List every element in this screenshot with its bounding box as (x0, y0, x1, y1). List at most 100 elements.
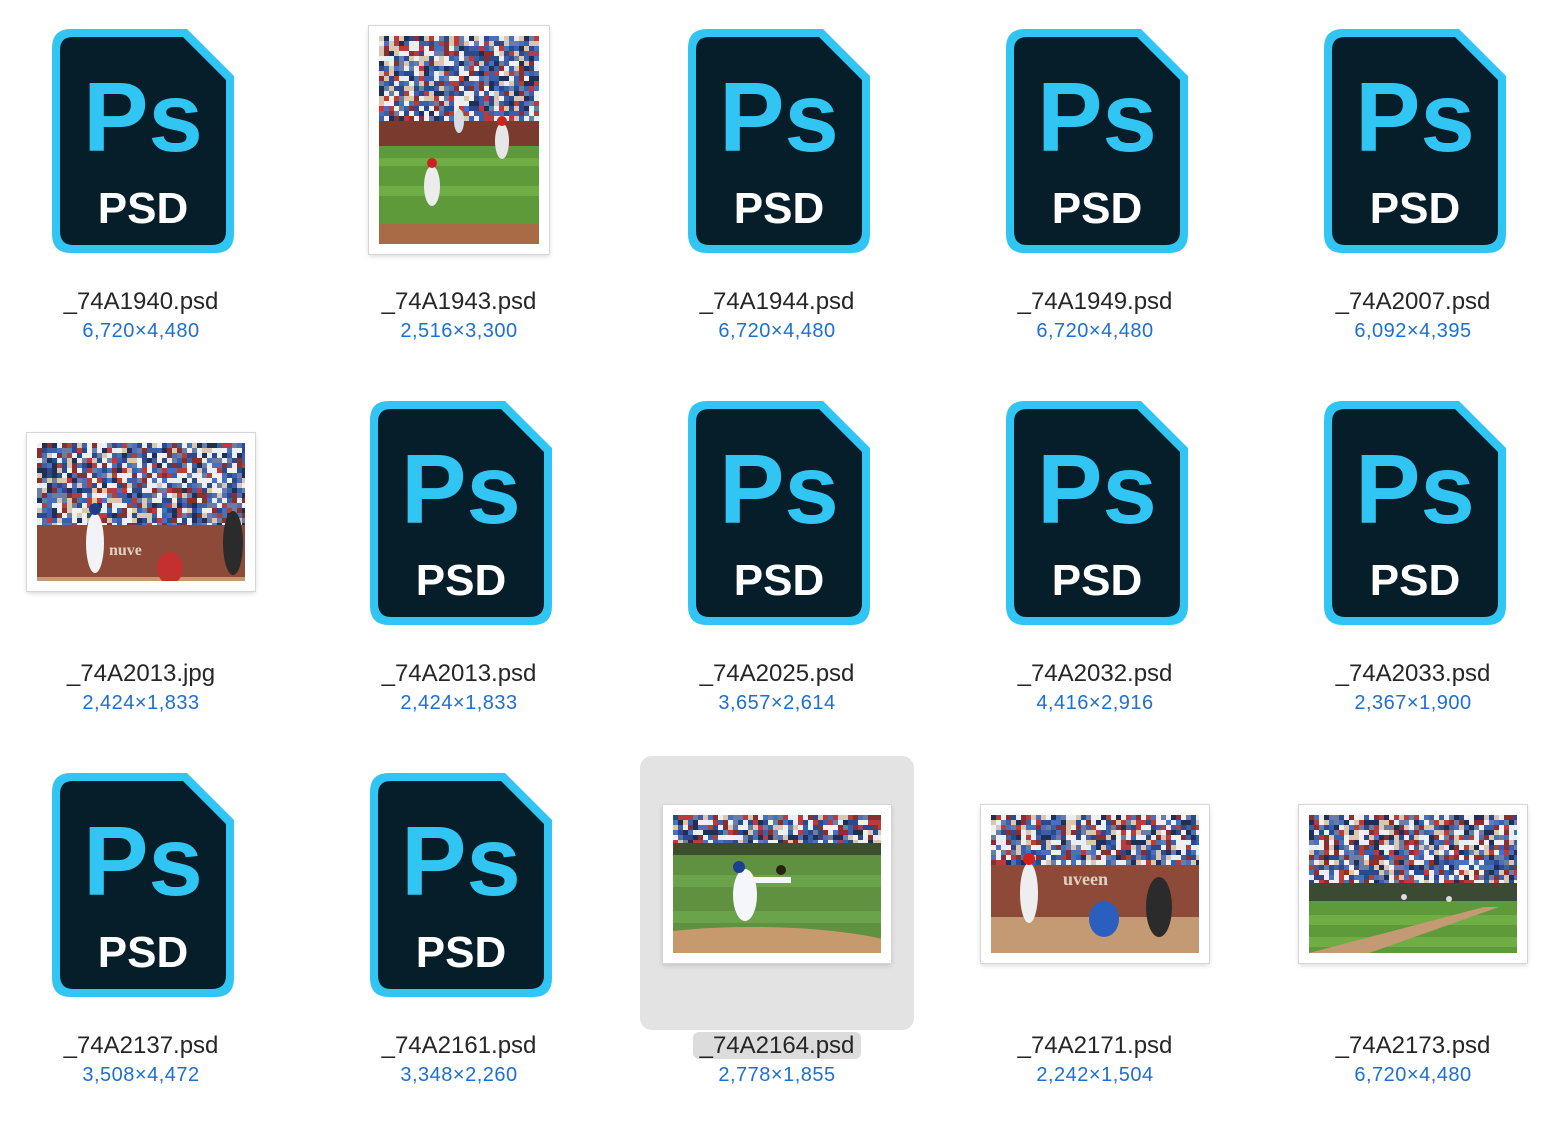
file-name[interactable]: _74A1949.psd (956, 286, 1234, 318)
svg-text:nuve: nuve (109, 542, 142, 559)
file-item[interactable]: Ps PSD _74A2137.psd 3,508×4,472 (2, 756, 320, 1128)
ps-icon-label: Ps (719, 62, 839, 172)
file-name[interactable]: _74A1944.psd (638, 286, 916, 318)
image-dimensions: 2,778×1,855 (718, 1064, 836, 1086)
photo-preview-image: nuve (37, 443, 245, 581)
ps-icon-label: Ps (719, 434, 839, 544)
psd-icon-label: PSD (98, 184, 188, 233)
file-name[interactable]: _74A2171.psd (956, 1030, 1234, 1062)
file-name[interactable]: _74A2161.psd (320, 1030, 598, 1062)
file-thumbnail[interactable]: Ps PSD (638, 12, 916, 286)
file-thumbnail[interactable]: Ps PSD (956, 384, 1234, 658)
file-name-label: _74A1940.psd (63, 288, 219, 315)
file-name[interactable]: _74A2164.psd (638, 1030, 916, 1062)
file-name-label: _74A1944.psd (699, 288, 855, 315)
file-item[interactable]: Ps PSD _74A2007.psd 6,092×4,395 (1274, 12, 1544, 384)
image-dimensions: 2,424×1,833 (82, 692, 200, 714)
file-name[interactable]: _74A2007.psd (1274, 286, 1544, 318)
file-item[interactable]: _74A1943.psd 2,516×3,300 (320, 12, 638, 384)
file-item[interactable]: Ps PSD _74A1949.psd 6,720×4,480 (956, 12, 1274, 384)
file-item[interactable]: _74A2164.psd 2,778×1,855 (638, 756, 956, 1128)
image-dimensions: 2,516×3,300 (400, 320, 518, 342)
photo-preview-image (1309, 815, 1517, 953)
file-name[interactable]: _74A1943.psd (320, 286, 598, 318)
file-item[interactable]: nuve _74A2013.jpg 2,424×1,833 (2, 384, 320, 756)
file-name[interactable]: _74A2013.psd (320, 658, 598, 690)
image-dimensions: 2,424×1,833 (400, 692, 518, 714)
psd-icon-label: PSD (98, 928, 188, 977)
file-name[interactable]: _74A2137.psd (2, 1030, 280, 1062)
file-thumbnail[interactable]: Ps PSD (2, 12, 280, 286)
image-dimensions: 3,657×2,614 (718, 692, 836, 714)
file-name-label: _74A2032.psd (1017, 660, 1173, 687)
file-name-label: _74A2137.psd (63, 1032, 219, 1059)
psd-icon-label: PSD (416, 928, 506, 977)
ps-icon-label: Ps (1355, 434, 1475, 544)
file-item[interactable]: Ps PSD _74A1940.psd 6,720×4,480 (2, 12, 320, 384)
ps-icon-label: Ps (1037, 434, 1157, 544)
file-name-label: _74A2007.psd (1335, 288, 1491, 315)
file-name-label: _74A2013.jpg (66, 660, 216, 687)
photoshop-file-icon: Ps PSD (52, 29, 234, 253)
photoshop-file-icon: Ps PSD (370, 773, 552, 997)
file-name[interactable]: _74A2025.psd (638, 658, 916, 690)
file-name[interactable]: _74A2033.psd (1274, 658, 1544, 690)
psd-icon-label: PSD (734, 556, 824, 605)
file-item[interactable]: _74A2173.psd 6,720×4,480 (1274, 756, 1544, 1128)
file-thumbnail[interactable]: uveen (956, 756, 1234, 1030)
ps-icon-label: Ps (401, 806, 521, 916)
file-item[interactable]: Ps PSD _74A2161.psd 3,348×2,260 (320, 756, 638, 1128)
file-thumbnail[interactable] (1274, 756, 1544, 1030)
file-item[interactable]: Ps PSD _74A2032.psd 4,416×2,916 (956, 384, 1274, 756)
photoshop-file-icon: Ps PSD (1324, 29, 1506, 253)
file-item[interactable]: Ps PSD _74A1944.psd 6,720×4,480 (638, 12, 956, 384)
file-name-label: _74A1949.psd (1017, 288, 1173, 315)
image-dimensions: 3,508×4,472 (82, 1064, 200, 1086)
ps-icon-label: Ps (1355, 62, 1475, 172)
psd-icon-label: PSD (1370, 184, 1460, 233)
image-dimensions: 6,720×4,480 (1354, 1064, 1472, 1086)
ps-icon-label: Ps (83, 62, 203, 172)
photoshop-file-icon: Ps PSD (370, 401, 552, 625)
file-item[interactable]: Ps PSD _74A2013.psd 2,424×1,833 (320, 384, 638, 756)
file-icon-grid: Ps PSD _74A1940.psd 6,720×4,480 _74A1943.… (0, 0, 1544, 1086)
psd-icon-label: PSD (1052, 556, 1142, 605)
file-thumbnail[interactable]: Ps PSD (2, 756, 280, 1030)
file-thumbnail[interactable]: Ps PSD (320, 384, 598, 658)
file-thumbnail[interactable]: Ps PSD (638, 384, 916, 658)
file-item[interactable]: Ps PSD _74A2025.psd 3,657×2,614 (638, 384, 956, 756)
file-thumbnail[interactable] (320, 12, 598, 286)
file-thumbnail[interactable]: nuve (2, 384, 280, 658)
file-name-label: _74A2013.psd (381, 660, 537, 687)
file-name[interactable]: _74A2013.jpg (2, 658, 280, 690)
file-name[interactable]: _74A2173.psd (1274, 1030, 1544, 1062)
photoshop-file-icon: Ps PSD (688, 401, 870, 625)
file-name[interactable]: _74A2032.psd (956, 658, 1234, 690)
file-thumbnail[interactable] (638, 756, 916, 1030)
photoshop-file-icon: Ps PSD (1006, 401, 1188, 625)
file-thumbnail[interactable]: Ps PSD (1274, 384, 1544, 658)
photo-thumbnail (369, 26, 549, 254)
file-thumbnail[interactable]: Ps PSD (1274, 12, 1544, 286)
file-thumbnail[interactable]: Ps PSD (320, 756, 598, 1030)
image-dimensions: 2,242×1,504 (1036, 1064, 1154, 1086)
file-item[interactable]: Ps PSD _74A2033.psd 2,367×1,900 (1274, 384, 1544, 756)
svg-text:uveen: uveen (1063, 869, 1108, 889)
file-item[interactable]: uveen _74A2171.psd 2,242×1,504 (956, 756, 1274, 1128)
photoshop-file-icon: Ps PSD (52, 773, 234, 997)
photo-thumbnail (1299, 805, 1527, 963)
image-dimensions: 3,348×2,260 (400, 1064, 518, 1086)
photo-preview-image: uveen (991, 815, 1199, 953)
psd-icon-label: PSD (1052, 184, 1142, 233)
file-thumbnail[interactable]: Ps PSD (956, 12, 1234, 286)
psd-icon-label: PSD (734, 184, 824, 233)
file-name-label: _74A2025.psd (699, 660, 855, 687)
photoshop-file-icon: Ps PSD (1006, 29, 1188, 253)
image-dimensions: 4,416×2,916 (1036, 692, 1154, 714)
image-dimensions: 6,720×4,480 (1036, 320, 1154, 342)
file-name-label: _74A2171.psd (1017, 1032, 1173, 1059)
file-name[interactable]: _74A1940.psd (2, 286, 280, 318)
ps-icon-label: Ps (401, 434, 521, 544)
photo-thumbnail: nuve (27, 433, 255, 591)
psd-icon-label: PSD (416, 556, 506, 605)
